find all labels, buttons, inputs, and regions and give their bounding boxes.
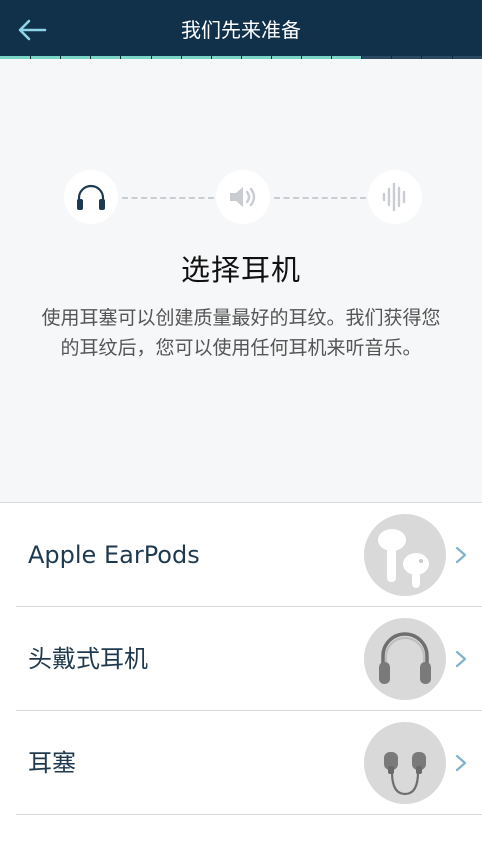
chevron-right-icon (455, 754, 467, 772)
option-apple-earpods[interactable]: Apple EarPods (0, 503, 482, 607)
chevron-right-icon (455, 546, 467, 564)
intro-section: 选择耳机 使用耳塞可以创建质量最好的耳纹。我们获得您的耳纹后，您可以使用任何耳机… (0, 59, 482, 503)
speaker-icon (230, 187, 256, 207)
option-label: 耳塞 (28, 749, 76, 777)
step-connector-1 (122, 197, 214, 199)
headphones-icon (77, 184, 105, 210)
headphone-options-list: Apple EarPods 头戴式耳机 耳塞 (0, 503, 482, 815)
option-label: Apple EarPods (28, 541, 200, 569)
waveform-icon (382, 182, 406, 212)
step-headphones (64, 170, 118, 224)
app-header: 我们先来准备 (0, 0, 482, 59)
section-description: 使用耳塞可以创建质量最好的耳纹。我们获得您的耳纹后，您可以使用任何耳机来听音乐。 (41, 307, 441, 359)
over-ear-headphones-icon (379, 632, 431, 684)
option-earbuds[interactable]: 耳塞 (0, 711, 482, 815)
over-ear-image (364, 618, 446, 700)
page-title: 我们先来准备 (181, 18, 301, 42)
earbuds-image (364, 722, 446, 804)
section-heading: 选择耳机 (180, 253, 301, 287)
step-connector-2 (274, 197, 366, 199)
earbuds-icon (384, 752, 426, 796)
earpods-icon (378, 529, 429, 588)
chevron-right-icon (455, 650, 467, 668)
option-over-ear-headphones[interactable]: 头戴式耳机 (0, 607, 482, 711)
earpods-image (364, 514, 446, 596)
option-label: 头戴式耳机 (28, 645, 148, 673)
step-waveform (368, 170, 422, 224)
divider (16, 814, 482, 815)
step-speaker (216, 170, 270, 224)
